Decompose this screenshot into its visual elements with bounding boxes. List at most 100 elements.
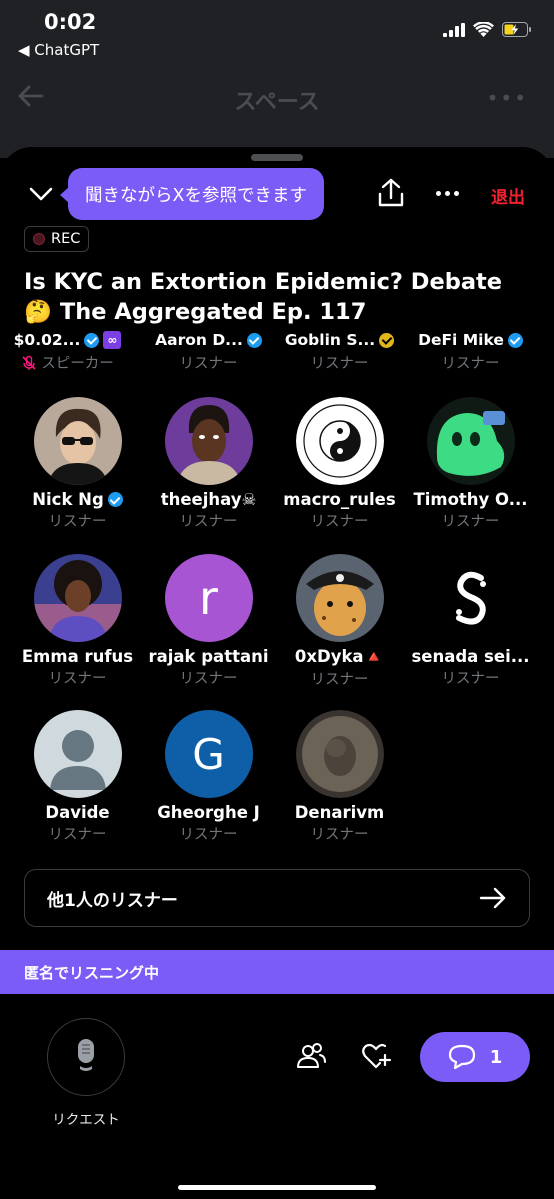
arrow-right-icon: [479, 887, 506, 909]
request-label: リクエスト: [52, 1112, 120, 1128]
pirate-leopard-avatar-icon: [295, 554, 384, 642]
heart-plus-icon[interactable]: [362, 1043, 392, 1069]
listener-name: 0xDyka🔺: [294, 647, 385, 666]
listener-role: リスナー: [179, 671, 238, 687]
listener-role: リスナー: [179, 827, 238, 843]
more-listeners-button[interactable]: 他1人のリスナー: [24, 869, 530, 927]
listener-name: Timothy O...: [413, 490, 528, 509]
comments-count: 1: [489, 1046, 503, 1068]
listener-role: リスナー: [179, 514, 238, 530]
listener-role: リスナー: [48, 827, 107, 843]
letter-avatar: r: [164, 554, 253, 642]
participants-strip: $0.02... ∞ スピーカー Aaron D... リスナー Goblin …: [0, 331, 554, 377]
participant-role: リスナー: [441, 356, 500, 372]
background-page-title: スペース: [234, 90, 320, 115]
space-title: Is KYC an Extortion Epidemic? Debate 🤔 T…: [24, 269, 503, 325]
listener-role: リスナー: [310, 514, 369, 530]
listener-role: リスナー: [48, 514, 107, 530]
listener-role: リスナー: [310, 672, 369, 688]
green-ghost-avatar-icon: [426, 397, 515, 485]
anonymous-listening-banner: 匿名でリスニング中: [0, 950, 554, 994]
listener-card[interactable]: G Gheorghe J リスナー: [143, 710, 274, 844]
listener-name: Denarivm: [294, 803, 385, 822]
listener-name: Emma rufus: [21, 647, 134, 666]
listener-role: リスナー: [48, 671, 107, 687]
signal-icon: [443, 22, 465, 37]
listener-role: リスナー: [310, 827, 369, 843]
more-options-icon[interactable]: [436, 191, 459, 196]
listener-card[interactable]: senada sei... リスナー: [405, 554, 536, 688]
default-person-avatar-icon: [33, 710, 122, 798]
clock: 0:02: [44, 10, 97, 34]
avatar: [426, 397, 515, 485]
avatar: [33, 397, 122, 485]
listener-card[interactable]: r rajak pattani リスナー: [143, 554, 274, 688]
listener-role: リスナー: [441, 514, 500, 530]
sheet-grabber[interactable]: [251, 154, 303, 161]
listener-card[interactable]: macro_rules リスナー: [274, 397, 405, 531]
recording-badge: REC: [24, 226, 90, 252]
participant-name: Aaron D...: [155, 331, 243, 349]
avatar: [426, 554, 515, 642]
avatar: [33, 554, 122, 642]
participant-role: リスナー: [310, 356, 369, 372]
battery-charging-icon: [502, 22, 531, 37]
people-icon[interactable]: [296, 1043, 326, 1069]
verified-badge-icon: [246, 332, 262, 348]
avatar: [164, 397, 253, 485]
participant-name: $0.02...: [13, 331, 81, 349]
wifi-icon: [473, 22, 494, 37]
listener-card[interactable]: Denarivm リスナー: [274, 710, 405, 844]
leave-button[interactable]: 退出: [491, 183, 525, 208]
record-dot-icon: [33, 233, 45, 245]
verified-badge-icon: [107, 492, 123, 507]
verified-badge-icon: [84, 332, 100, 348]
recording-label: REC: [51, 231, 81, 247]
share-icon[interactable]: [377, 178, 405, 208]
back-to-app-link[interactable]: ◀ ChatGPT: [18, 41, 99, 59]
participant-role: リスナー: [179, 356, 238, 372]
avatar: [295, 397, 384, 485]
s-logo-avatar-icon: [426, 554, 515, 642]
person-sunglasses-avatar-icon: [33, 397, 122, 485]
status-icons: [443, 22, 532, 37]
participant-2[interactable]: Goblin S... リスナー: [277, 331, 402, 373]
person-afro-avatar-icon: [33, 554, 122, 642]
collapse-chevron-icon[interactable]: [26, 179, 56, 209]
listener-card[interactable]: 0xDyka🔺 リスナー: [274, 554, 405, 689]
listener-card[interactable]: theejhay☠ リスナー: [143, 397, 274, 531]
more-listeners-label: 他1人のリスナー: [47, 890, 178, 911]
listener-role: リスナー: [441, 671, 500, 687]
chainlink-icon: ∞: [103, 331, 122, 349]
status-bar: 0:02 ◀ ChatGPT: [0, 0, 554, 68]
listener-card[interactable]: Nick Ng リスナー: [12, 397, 143, 531]
verified-gold-badge-icon: [379, 332, 395, 348]
comments-button[interactable]: 1: [420, 1032, 530, 1082]
participant-role: スピーカー: [41, 356, 114, 372]
listener-card[interactable]: Davide リスナー: [12, 710, 143, 844]
yin-yang-avatar-icon: [295, 397, 384, 485]
hint-tooltip: 聞きながらXを参照できます: [60, 168, 324, 220]
background-page-header: スペース •••: [0, 68, 554, 158]
participant-0[interactable]: $0.02... ∞ スピーカー: [5, 331, 130, 373]
listener-name: Davide: [45, 803, 110, 822]
request-mic-button[interactable]: [47, 1018, 125, 1096]
listener-name: theejhay☠: [160, 490, 257, 509]
roman-coin-avatar-icon: [295, 710, 384, 798]
person-dreadlocks-avatar-icon: [164, 397, 253, 485]
microphone-icon: [78, 1039, 94, 1071]
participant-1[interactable]: Aaron D... リスナー: [146, 331, 271, 373]
avatar: [295, 710, 384, 798]
background-more-icon[interactable]: •••: [487, 86, 528, 110]
listener-name: senada sei...: [411, 647, 530, 666]
participant-3[interactable]: DeFi Mike リスナー: [408, 331, 533, 373]
chat-bubble-icon: [448, 1044, 475, 1070]
letter-avatar: G: [164, 710, 253, 798]
participant-name: Goblin S...: [284, 331, 376, 349]
listener-card[interactable]: Timothy O... リスナー: [405, 397, 536, 531]
verified-badge-icon: [507, 332, 523, 348]
participant-name: DeFi Mike: [418, 331, 504, 349]
home-indicator[interactable]: [178, 1185, 376, 1190]
listener-name: Gheorghe J: [157, 803, 260, 822]
listener-card[interactable]: Emma rufus リスナー: [12, 554, 143, 688]
